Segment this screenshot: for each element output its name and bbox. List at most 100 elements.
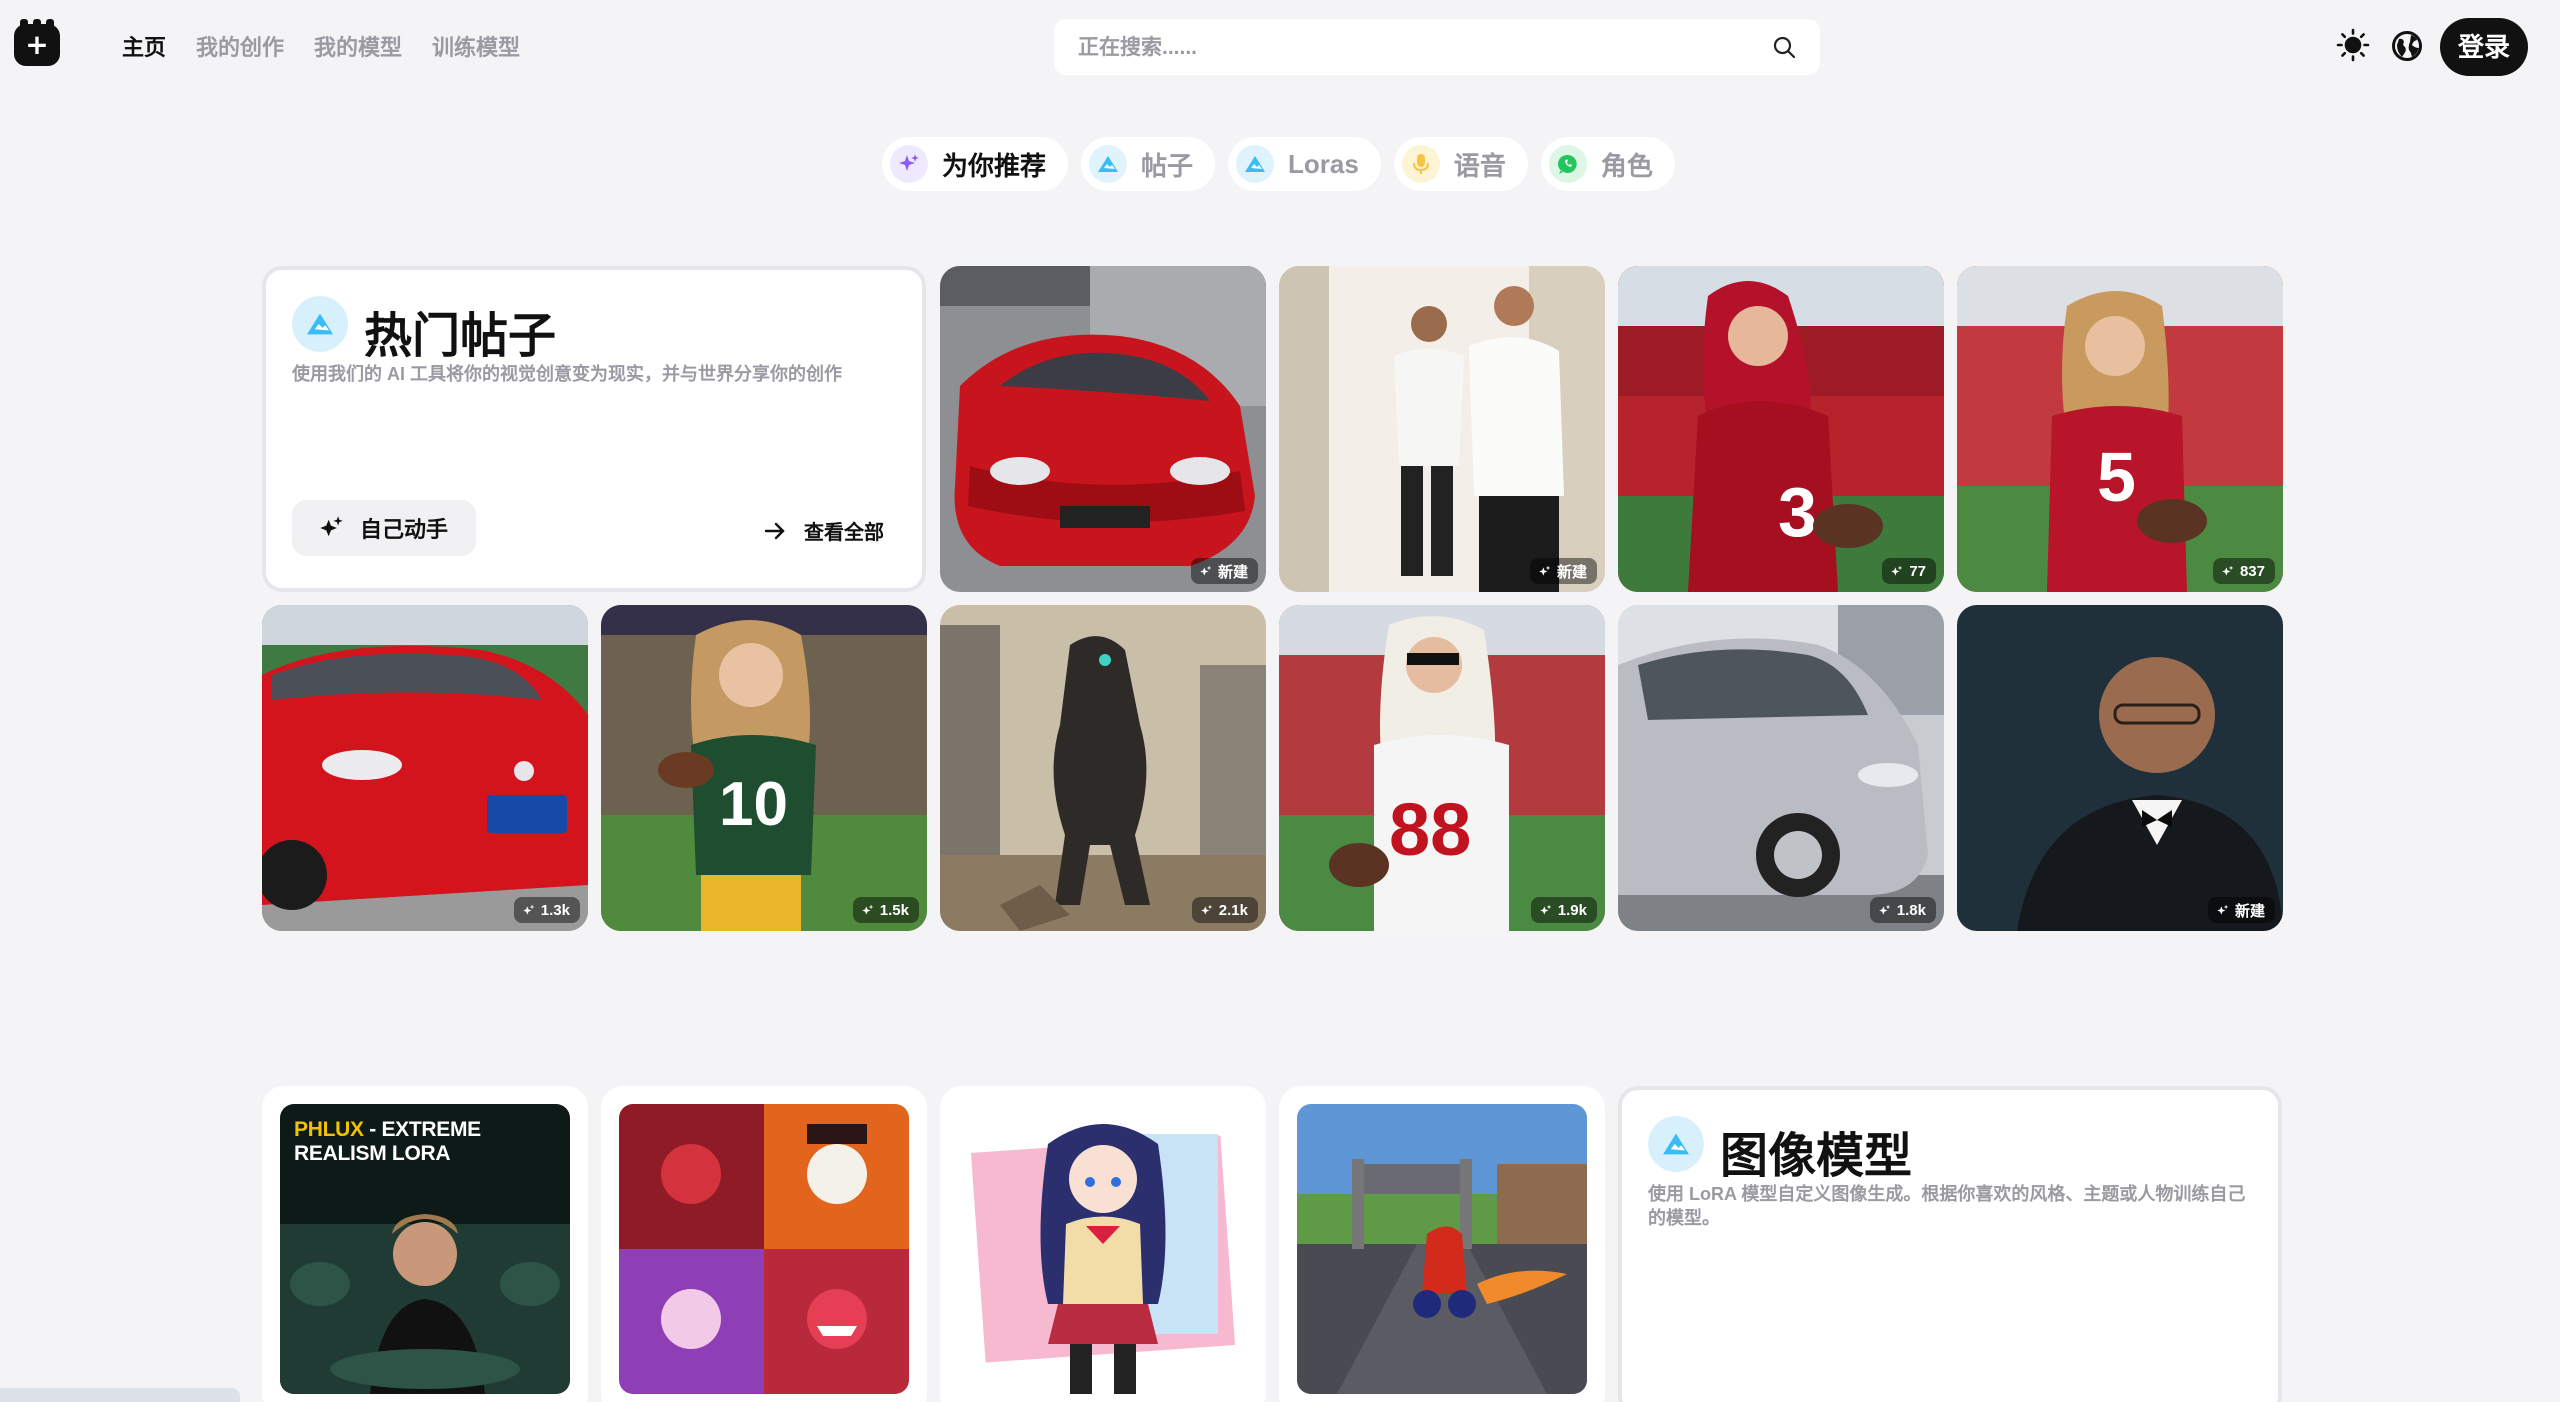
post-image-armored-warrior <box>940 605 1266 931</box>
svg-text:10: 10 <box>719 770 788 839</box>
sun-icon[interactable] <box>2336 28 2370 62</box>
remix-count-badge: 1.8k <box>1869 897 1936 923</box>
post-image-silver-minivan <box>1618 605 1944 931</box>
card-title: 热门帖子 <box>364 310 557 363</box>
sparkle-icon <box>1539 904 1552 915</box>
post-tile[interactable]: 新建 <box>1957 605 2283 931</box>
sparkle-icon <box>1891 565 1903 576</box>
model-card[interactable] <box>601 1086 927 1402</box>
search-icon[interactable] <box>1772 35 1796 59</box>
diy-label: 自己动手 <box>360 517 449 542</box>
post-tile[interactable]: 3 77 <box>1618 266 1944 592</box>
nav-home[interactable]: 主页 <box>122 30 166 62</box>
microphone-icon <box>1401 145 1440 183</box>
language-icon[interactable] <box>2391 30 2423 62</box>
pill-label: 帖子 <box>1141 150 1194 181</box>
post-tile[interactable]: 新建 <box>940 266 1266 592</box>
svg-text:3: 3 <box>1778 473 1817 551</box>
badge-label: 新建 <box>2234 902 2265 920</box>
post-image-green-bay-player-10: 10 <box>601 605 927 931</box>
nav-train-model[interactable]: 训练模型 <box>432 30 520 62</box>
nav-my-creations[interactable]: 我的创作 <box>196 30 284 62</box>
model-card[interactable]: PHLUX - EXTREME REALISM LORA <box>262 1086 588 1402</box>
svg-text:88: 88 <box>1389 788 1471 871</box>
mountain-icon <box>292 296 348 352</box>
login-button[interactable]: 登录 <box>2440 18 2528 76</box>
pill-recommended[interactable]: 为你推荐 <box>882 137 1069 191</box>
post-tile[interactable]: 2.1k <box>940 605 1266 931</box>
view-all-link[interactable]: 查看全部 <box>764 516 884 545</box>
status-bar <box>0 1388 240 1402</box>
top-bar: + 主页 我的创作 我的模型 训练模型 登录 <box>0 0 2560 92</box>
post-tile[interactable]: 1.3k <box>262 605 588 931</box>
app-logo[interactable]: + <box>14 19 60 66</box>
badge-label: 1.3k <box>540 901 570 919</box>
model-thumbnail <box>619 1104 909 1394</box>
pill-posts[interactable]: 帖子 <box>1081 137 1216 191</box>
svg-text:5: 5 <box>2097 438 2136 516</box>
post-image-mirror-selfie-men <box>1279 266 1605 592</box>
model-image-racing-game <box>1297 1104 1587 1394</box>
badge-label: 2.1k <box>1218 901 1248 919</box>
model-overlay-title: PHLUX - EXTREME REALISM LORA <box>294 1118 481 1165</box>
model-thumbnail <box>958 1104 1248 1394</box>
pill-voice[interactable]: 语音 <box>1393 137 1528 191</box>
remix-count-badge: 77 <box>1882 558 1936 584</box>
post-image-football-player-5: 5 <box>1957 266 2283 592</box>
post-tile[interactable]: 1.8k <box>1618 605 1944 931</box>
badge-label: 1.9k <box>1557 901 1587 919</box>
sparkle-icon <box>861 904 874 915</box>
remix-count-badge: 新建 <box>2207 897 2275 923</box>
badge-label: 837 <box>2239 562 2265 580</box>
post-tile[interactable]: 10 1.5k <box>601 605 927 931</box>
diy-button[interactable]: 自己动手 <box>292 500 477 556</box>
post-image-football-player-3: 3 <box>1618 266 1944 592</box>
pill-label: 语音 <box>1453 150 1506 181</box>
post-tile[interactable]: 88 1.9k <box>1279 605 1605 931</box>
main-nav: 主页 我的创作 我的模型 训练模型 <box>122 30 520 62</box>
image-models-card: 图像模型 使用 LoRA 模型自定义图像生成。根据你喜欢的风格、主题或人物训练自… <box>1618 1086 2282 1402</box>
pill-label: 角色 <box>1600 150 1653 181</box>
search-bar <box>1054 19 1820 75</box>
category-pills: 为你推荐 帖子 Loras 语音 角色 <box>882 137 1675 191</box>
sparkle-icon <box>320 516 343 537</box>
pill-loras[interactable]: Loras <box>1228 137 1381 191</box>
post-image-georgia-player-88: 88 <box>1279 605 1605 931</box>
post-image-red-sedan <box>262 605 588 931</box>
model-thumbnail: PHLUX - EXTREME REALISM LORA <box>280 1104 570 1394</box>
model-card[interactable] <box>940 1086 1266 1402</box>
search-input[interactable] <box>1078 33 1718 63</box>
model-image-anime-schoolgirl <box>958 1104 1248 1394</box>
pill-label: 为你推荐 <box>942 150 1047 181</box>
remix-count-badge: 新建 <box>1190 558 1258 584</box>
chat-icon <box>1548 145 1587 183</box>
pill-characters[interactable]: 角色 <box>1540 137 1675 191</box>
badge-label: 1.8k <box>1896 901 1926 919</box>
mountain-icon <box>1236 145 1275 183</box>
post-image-man-in-tuxedo <box>1957 605 2283 931</box>
remix-count-badge: 1.3k <box>513 897 580 923</box>
pill-label: Loras <box>1288 148 1359 179</box>
model-image-hazbin-characters-grid <box>619 1104 909 1394</box>
remix-count-badge: 2.1k <box>1191 897 1258 923</box>
badge-label: 新建 <box>1556 563 1587 581</box>
remix-count-badge: 1.5k <box>852 897 919 923</box>
trending-posts-card: 热门帖子 使用我们的 AI 工具将你的视觉创意变为现实，并与世界分享你的创作 自… <box>262 266 926 592</box>
post-image-red-sports-car <box>940 266 1266 592</box>
sparkle-icon <box>1200 904 1213 915</box>
post-tile[interactable]: 5 837 <box>1957 266 2283 592</box>
logo-glyph: + <box>25 28 49 61</box>
sparkle-icon <box>2222 565 2234 576</box>
sparkle-icon <box>890 145 928 183</box>
model-card[interactable] <box>1279 1086 1605 1402</box>
post-tile[interactable]: 新建 <box>1279 266 1605 592</box>
card-description: 使用 LoRA 模型自定义图像生成。根据你喜欢的风格、主题或人物训练自己的模型。 <box>1648 1184 2246 1228</box>
model-thumbnail <box>1297 1104 1587 1394</box>
badge-label: 新建 <box>1217 563 1248 581</box>
nav-my-models[interactable]: 我的模型 <box>314 30 402 62</box>
sparkle-icon <box>1878 904 1891 915</box>
remix-count-badge: 1.9k <box>1530 897 1597 923</box>
view-all-label: 查看全部 <box>804 522 884 544</box>
badge-label: 1.5k <box>879 901 909 919</box>
sparkle-icon <box>522 904 535 915</box>
